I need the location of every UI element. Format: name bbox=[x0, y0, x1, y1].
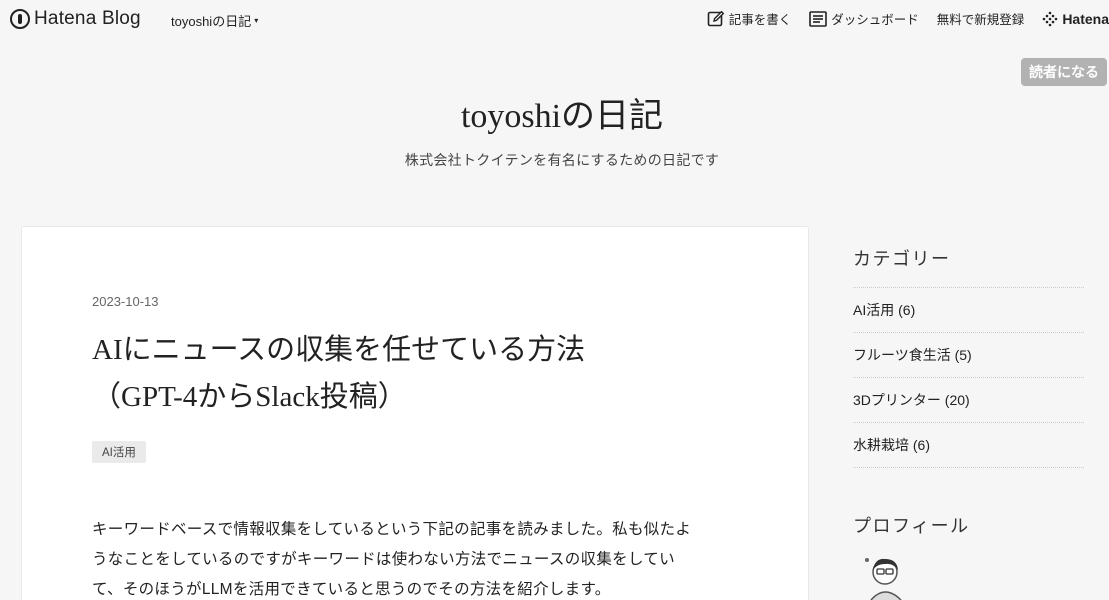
entry-title[interactable]: AIにニュースの収集を任せている方法 （GPT-4からSlack投稿） bbox=[92, 327, 732, 421]
blog-title[interactable]: toyoshiの日記 bbox=[0, 88, 1109, 137]
blog-menu-dropdown[interactable]: toyoshiの日記 ▾ bbox=[171, 11, 258, 30]
profile-heading: プロフィール bbox=[853, 516, 970, 536]
entry-category-tag[interactable]: AI活用 bbox=[92, 441, 146, 463]
entry-body: キーワードベースで情報収集をしているという下記の記事を読みました。私も似たよ う… bbox=[92, 515, 742, 600]
header-nav: 記事を書く ダッシュボード 無料で新規登録 Hatena bbox=[707, 9, 1109, 28]
hatena-blog-icon bbox=[10, 9, 30, 29]
global-header: Hatena Blog toyoshiの日記 ▾ 記事を書く ダッシュボード 無… bbox=[0, 0, 1109, 38]
dashboard-icon bbox=[809, 10, 828, 27]
entry-body-line: キーワードベースで情報収集をしているという下記の記事を読みました。私も似たよ bbox=[92, 521, 692, 538]
category-list: AI活用 (6) フルーツ食生活 (5) 3Dプリンター (20) 水耕栽培 (… bbox=[853, 287, 1084, 468]
category-item[interactable]: 3Dプリンター (20) bbox=[853, 378, 1084, 423]
hatena-label: Hatena bbox=[1062, 10, 1109, 27]
signup-link[interactable]: 無料で新規登録 bbox=[937, 9, 1025, 28]
hatena-blog-logo[interactable]: Hatena Blog bbox=[10, 8, 141, 30]
dashboard-label: ダッシュボード bbox=[831, 13, 919, 27]
subscribe-button[interactable]: 読者になる bbox=[1021, 58, 1107, 86]
entry-date[interactable]: 2023-10-13 bbox=[92, 294, 159, 309]
write-entry-link[interactable]: 記事を書く bbox=[707, 9, 792, 28]
category-heading: カテゴリー bbox=[853, 249, 951, 269]
blog-menu-label: toyoshiの日記 bbox=[171, 14, 252, 29]
blog-description: 株式会社トクイテンを有名にするための日記です bbox=[404, 152, 720, 168]
category-item[interactable]: AI活用 (6) bbox=[853, 288, 1084, 333]
dashboard-link[interactable]: ダッシュボード bbox=[809, 9, 919, 28]
category-item[interactable]: 水耕栽培 (6) bbox=[853, 423, 1084, 468]
avatar[interactable] bbox=[857, 550, 917, 600]
write-entry-label: 記事を書く bbox=[728, 13, 792, 27]
pencil-icon bbox=[707, 10, 725, 26]
entry-title-line2: （GPT-4からSlack投稿） bbox=[92, 381, 407, 413]
hatena-menu[interactable]: Hatena bbox=[1042, 11, 1109, 27]
entry-title-line1: AIにニュースの収集を任せている方法 bbox=[92, 334, 586, 366]
category-item[interactable]: フルーツ食生活 (5) bbox=[853, 333, 1084, 378]
chevron-down-icon: ▾ bbox=[254, 16, 259, 25]
entry-article: 2023-10-13 AIにニュースの収集を任せている方法 （GPT-4からSl… bbox=[21, 226, 809, 600]
entry-body-line: て、そのほうがLLMを活用できていると思うのでその方法を紹介します。 bbox=[92, 581, 611, 598]
signup-label: 無料で新規登録 bbox=[936, 13, 1025, 27]
logo-text: Hatena Blog bbox=[34, 8, 141, 29]
hatena-dots-icon bbox=[1043, 11, 1058, 26]
entry-body-line: うなことをしているのですがキーワードは使わない方法でニュースの収集をしてい bbox=[92, 551, 675, 568]
